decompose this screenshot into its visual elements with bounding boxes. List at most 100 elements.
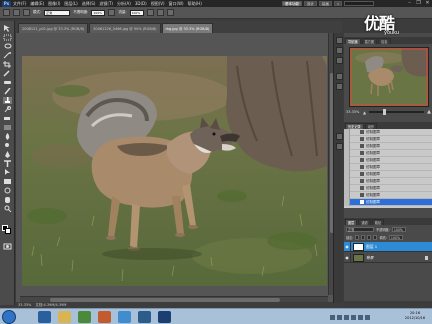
brush-picker-icon[interactable]	[13, 9, 20, 16]
clock[interactable]: 20:16 2012/10/16	[400, 311, 430, 321]
tab-channels[interactable]: 通道	[358, 219, 371, 225]
lasso-tool-icon[interactable]	[3, 43, 12, 50]
menu-window[interactable]: 窗口(W)	[169, 1, 184, 7]
clone-stamp-tool-icon[interactable]	[3, 97, 12, 104]
type-tool-icon[interactable]	[3, 160, 12, 167]
navigator-zoom-slider[interactable]	[369, 109, 425, 115]
tab-info[interactable]: 信息	[378, 38, 391, 44]
flow-input[interactable]: 100%	[129, 9, 144, 16]
brushes-panel-icon[interactable]	[336, 133, 343, 140]
opacity-input[interactable]: 100%	[91, 9, 106, 16]
document-tab-2[interactable]: 20081228_0466.jpg @ 50% (RGB/8)	[89, 23, 161, 33]
pressure-opacity-icon[interactable]	[108, 9, 116, 16]
menu-edit[interactable]: 编辑(E)	[30, 1, 44, 7]
styles-panel-icon[interactable]	[336, 57, 343, 64]
history-item[interactable]: 仿制图章	[344, 163, 432, 171]
lock-all-icon[interactable]	[373, 235, 378, 240]
workspace-more-button[interactable]: »	[334, 1, 343, 6]
zoom-in-icon[interactable]: ▲	[427, 109, 431, 115]
status-zoom[interactable]: 33.33%	[18, 303, 31, 307]
adjustments-panel-icon[interactable]	[336, 73, 343, 80]
browser-icon[interactable]	[118, 311, 131, 323]
workspace-painting-button[interactable]: 绘画	[319, 1, 332, 6]
menu-layer[interactable]: 图层(L)	[64, 1, 77, 7]
eraser-tool-icon[interactable]	[3, 115, 12, 122]
photoshop-taskbar-icon[interactable]	[158, 311, 171, 323]
menu-help[interactable]: 帮助(H)	[188, 1, 202, 7]
color-panel-icon[interactable]	[336, 37, 343, 44]
history-item[interactable]: 仿制图章	[344, 177, 432, 185]
menu-analysis[interactable]: 分析(A)	[117, 1, 131, 7]
path-selection-tool-icon[interactable]	[3, 169, 12, 176]
history-item[interactable]: 仿制图章	[344, 129, 432, 136]
navigator-zoom-value[interactable]: 33.33%	[346, 110, 360, 114]
blur-tool-icon[interactable]	[3, 133, 12, 140]
lock-pixels-icon[interactable]	[361, 235, 366, 240]
folder-icon[interactable]	[58, 311, 71, 323]
lock-position-icon[interactable]	[367, 235, 372, 240]
tray-icon[interactable]	[351, 314, 356, 320]
minimize-icon[interactable]: –	[405, 0, 414, 7]
tray-icon[interactable]	[344, 314, 349, 320]
history-item[interactable]: 仿制图章	[344, 191, 432, 199]
workspace-design-button[interactable]: 设计	[304, 1, 317, 6]
eye-icon[interactable]: ◉	[344, 241, 351, 252]
blend-mode-select[interactable]: 正常	[346, 227, 374, 232]
tab-paths[interactable]: 路径	[371, 219, 385, 225]
history-item[interactable]: 仿制图章	[344, 184, 432, 192]
clone-source-icon[interactable]	[23, 9, 30, 16]
aligned-checkbox[interactable]	[156, 9, 164, 16]
qq-icon[interactable]	[98, 311, 111, 323]
workspace-essentials-button[interactable]: 基本功能	[282, 1, 302, 6]
zoom-out-icon[interactable]: ▲	[363, 110, 366, 115]
layer-row-background[interactable]: ◉ 背景	[344, 252, 432, 263]
eye-icon[interactable]: ◉	[344, 252, 351, 263]
history-item-selected[interactable]: 仿制图章	[344, 198, 432, 206]
close-icon[interactable]: ✕	[423, 0, 432, 7]
menu-image[interactable]: 图像(I)	[48, 1, 60, 7]
menu-3d[interactable]: 3D(D)	[135, 1, 147, 6]
gradient-tool-icon[interactable]	[3, 124, 12, 131]
crop-tool-icon[interactable]	[3, 61, 12, 68]
layer-row-1[interactable]: ◉ 图层 1	[344, 241, 432, 252]
pen-tool-icon[interactable]	[3, 151, 12, 158]
brush-tool-icon[interactable]	[3, 87, 12, 95]
magic-wand-tool-icon[interactable]	[3, 52, 12, 59]
marquee-tool-icon[interactable]	[3, 34, 12, 41]
network-icon[interactable]	[365, 314, 370, 320]
menu-file[interactable]: 文件(F)	[13, 1, 26, 7]
history-item[interactable]: 仿制图章	[344, 135, 432, 143]
clone-source-panel-icon[interactable]	[336, 143, 343, 150]
layer-opacity-input[interactable]: 100%	[391, 227, 406, 232]
shape-tool-icon[interactable]	[3, 178, 12, 185]
navigator-preview[interactable]	[349, 47, 429, 107]
lock-transparency-icon[interactable]	[355, 235, 360, 240]
history-item[interactable]: 仿制图章	[344, 149, 432, 157]
restore-icon[interactable]: ❐	[414, 0, 423, 7]
masks-panel-icon[interactable]	[336, 83, 343, 90]
menu-select[interactable]: 选择(S)	[82, 1, 96, 7]
history-item[interactable]: 仿制图章	[344, 156, 432, 164]
image-canvas[interactable]	[22, 56, 327, 286]
zoom-slider-knob[interactable]	[383, 109, 387, 115]
cs-live-field[interactable]	[344, 1, 375, 6]
mode-select[interactable]: 正常	[44, 9, 71, 16]
tab-histogram[interactable]: 直方图	[361, 38, 378, 44]
swatches-panel-icon[interactable]	[336, 47, 343, 54]
menu-filter[interactable]: 滤镜(T)	[99, 1, 113, 7]
eyedropper-tool-icon[interactable]	[3, 70, 12, 77]
dodge-tool-icon[interactable]	[3, 142, 12, 149]
volume-icon[interactable]	[358, 314, 363, 320]
document-tab-3[interactable]: rkg.jpg @ 33.3% (RGB/8)	[161, 23, 214, 33]
ie-icon[interactable]	[38, 311, 51, 323]
menu-view[interactable]: 视图(V)	[151, 1, 165, 7]
tab-layers[interactable]: 图层	[345, 219, 358, 225]
tab-navigator[interactable]: 导航器	[345, 38, 361, 44]
history-item[interactable]: 仿制图章	[344, 142, 432, 150]
tool-preset-icon[interactable]	[3, 9, 10, 16]
start-button[interactable]	[2, 310, 16, 324]
zoom-tool-icon[interactable]	[3, 205, 12, 213]
hand-tool-icon[interactable]	[3, 196, 12, 203]
healing-brush-tool-icon[interactable]	[3, 79, 12, 86]
quick-mask-icon[interactable]	[3, 243, 12, 250]
